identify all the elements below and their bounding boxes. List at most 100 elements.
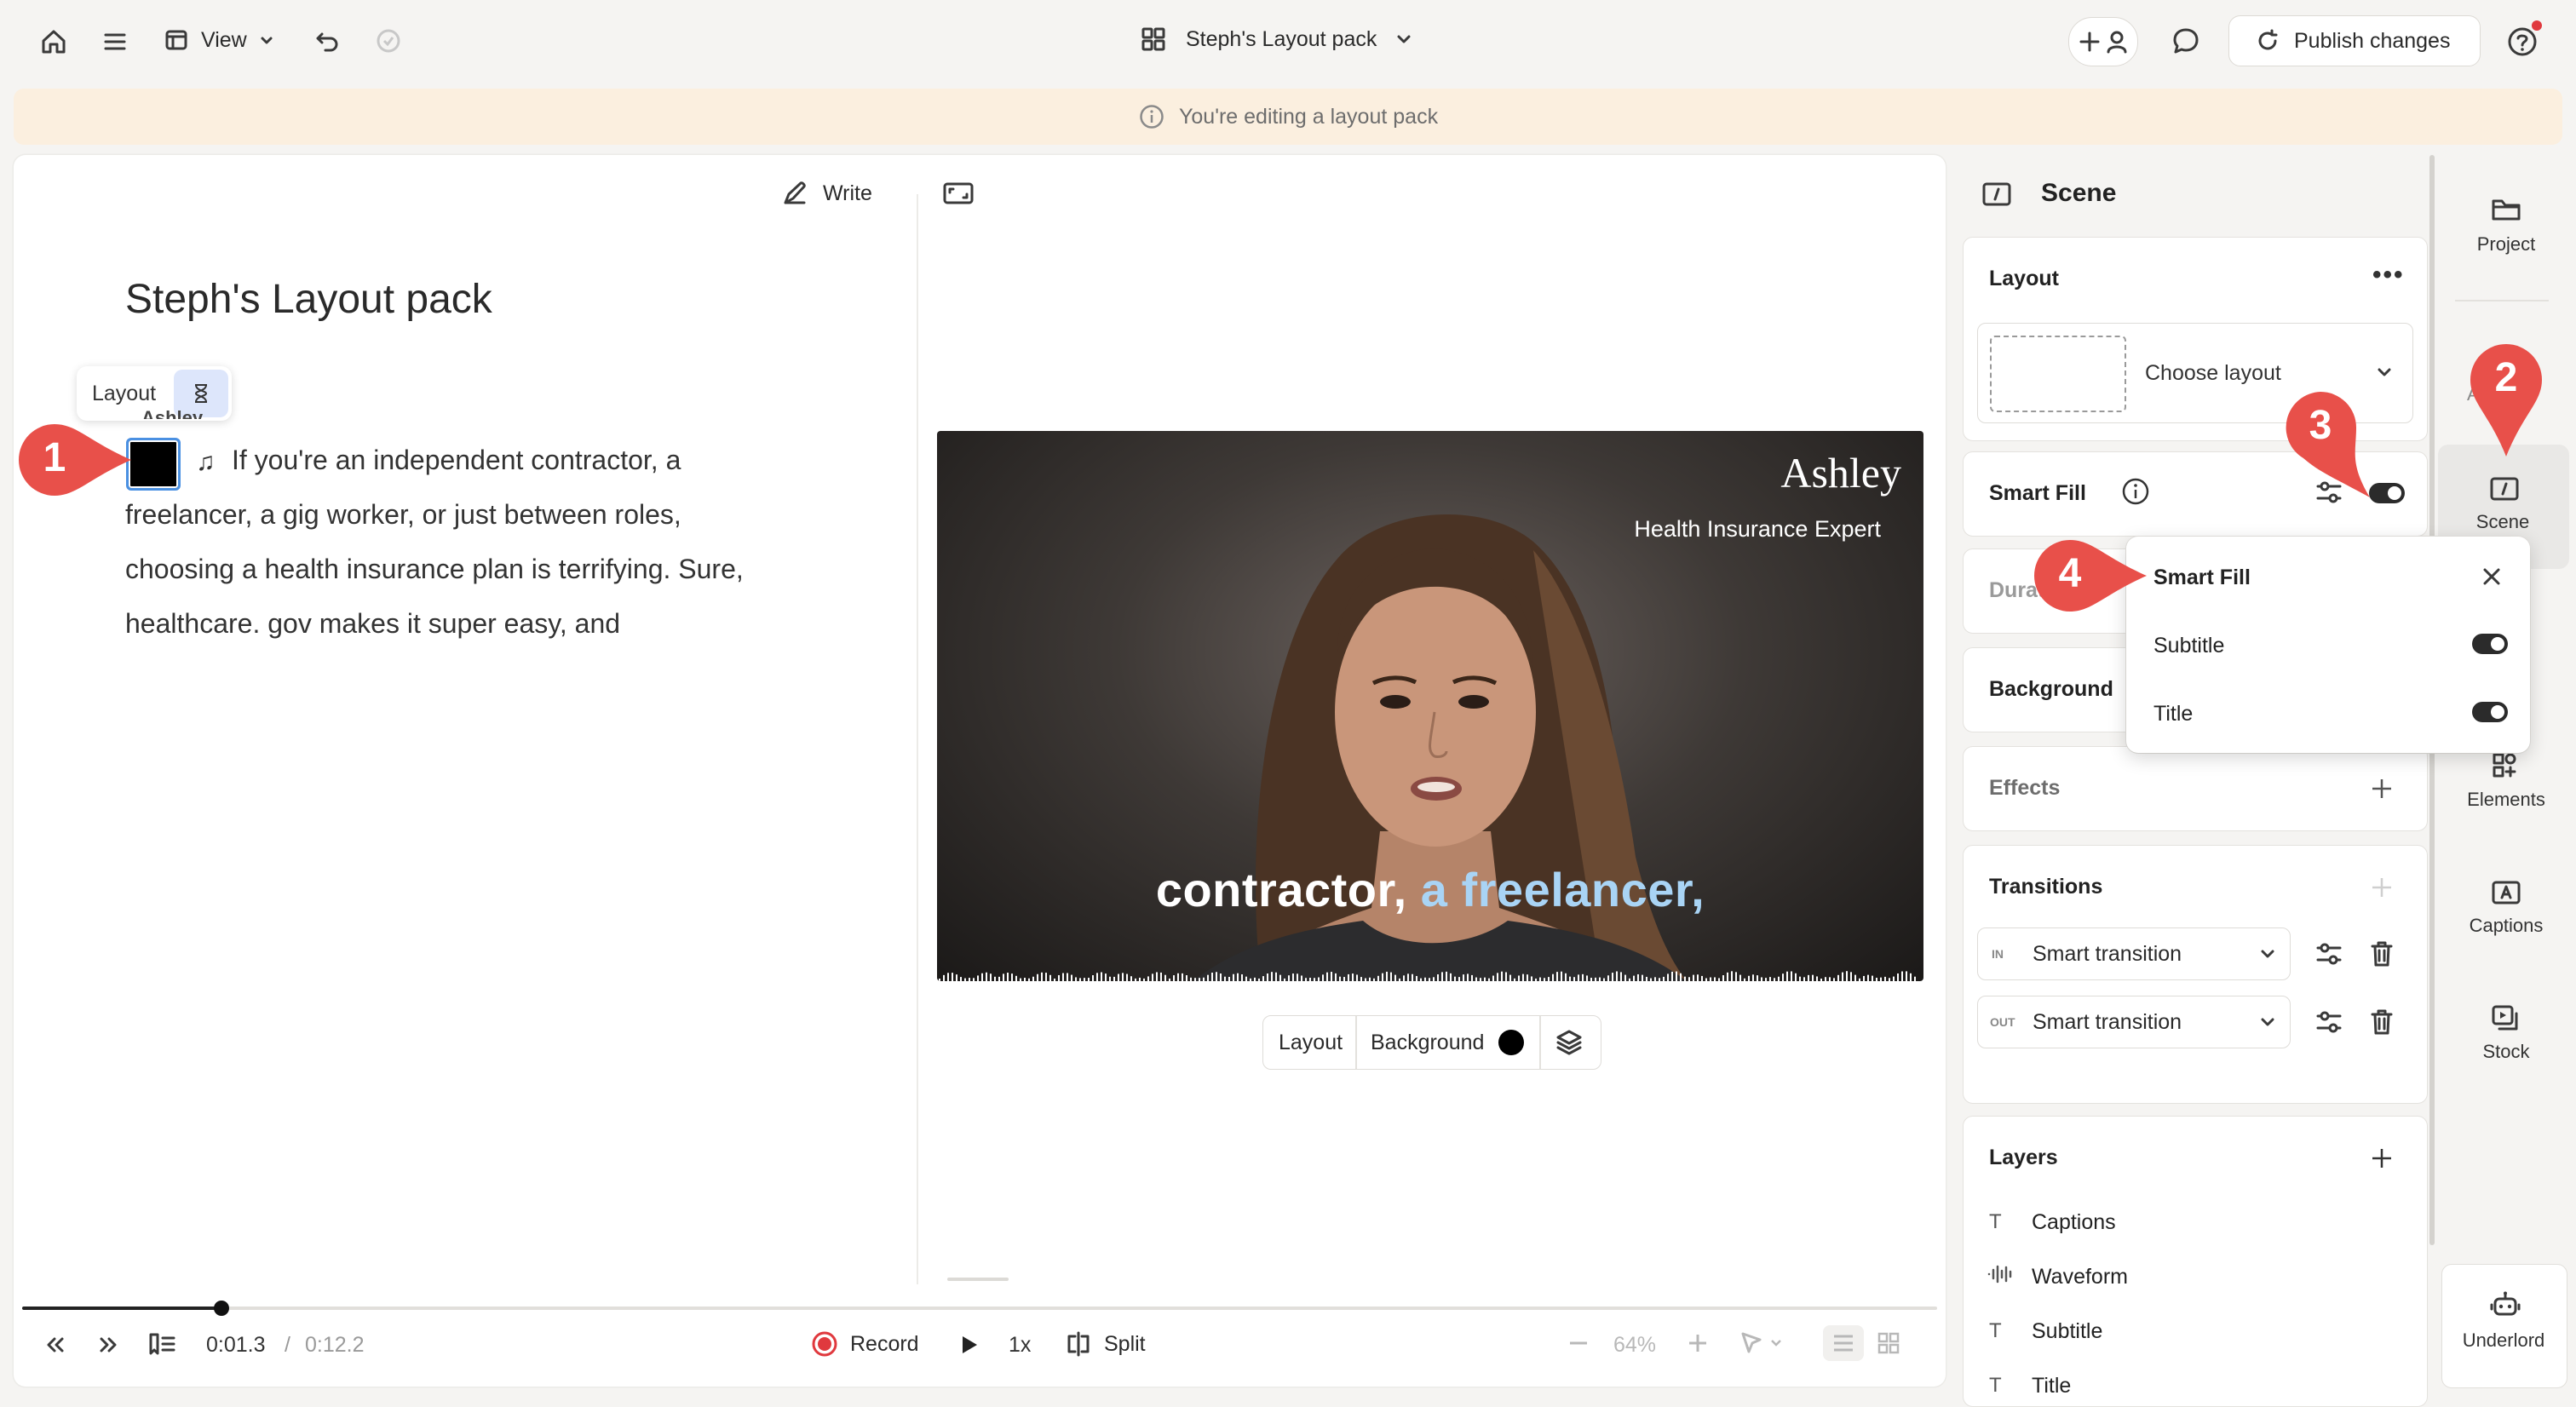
trash-icon[interactable] — [2369, 1008, 2395, 1037]
close-icon[interactable] — [2479, 564, 2504, 589]
elements-icon — [2493, 753, 2516, 778]
editing-banner: You're editing a layout pack — [14, 89, 2562, 145]
toolbar-background-button[interactable]: Background — [1371, 1031, 1484, 1055]
playhead[interactable] — [213, 1301, 229, 1316]
layer-captions[interactable]: Captions — [2032, 1210, 2116, 1235]
home-icon[interactable] — [39, 27, 68, 56]
background-color-swatch[interactable] — [1498, 1030, 1524, 1055]
underlord-button[interactable]: Underlord — [2441, 1264, 2567, 1388]
info-icon[interactable] — [2120, 476, 2151, 507]
transition-out-settings-icon[interactable] — [2314, 1008, 2343, 1037]
pointer-tool-icon[interactable] — [1738, 1329, 1789, 1358]
zoom-out-icon[interactable] — [1566, 1330, 1591, 1356]
subtitle-toggle[interactable] — [2472, 634, 2508, 654]
transition-out-label: Smart transition — [2033, 1010, 2182, 1034]
right-rail: Project A Scene Elements Captions Stock … — [2438, 155, 2576, 1388]
rail-project[interactable]: Project — [2438, 233, 2574, 256]
resize-handle[interactable] — [947, 1278, 1009, 1281]
music-note-icon: ♫ — [196, 448, 216, 476]
stock-icon — [2492, 1005, 2518, 1031]
project-title-menu[interactable]: Steph's Layout pack — [1140, 26, 1412, 53]
rail-captions[interactable]: Captions — [2438, 915, 2574, 937]
record-button[interactable]: Record — [811, 1330, 919, 1358]
script-line-4[interactable]: healthcare. gov makes it super easy, and — [125, 596, 620, 651]
menu-icon[interactable] — [102, 29, 128, 55]
layers-card: Layers T Captions Waveform T Subtitle T … — [1963, 1116, 2428, 1407]
zoom-in-icon[interactable] — [1685, 1330, 1711, 1356]
rail-elements[interactable]: Elements — [2438, 789, 2574, 811]
help-icon[interactable] — [2506, 20, 2542, 58]
chevron-down-icon — [261, 37, 273, 44]
pane-divider — [917, 194, 918, 1284]
popover-title: Smart Fill — [2153, 566, 2251, 589]
scene-icon — [1981, 181, 2012, 208]
transition-in-settings-icon[interactable] — [2314, 939, 2343, 968]
smart-fill-label: Smart Fill — [1989, 481, 2086, 505]
layer-waveform[interactable]: Waveform — [2032, 1265, 2128, 1289]
transition-out-tag: OUT — [1990, 1015, 2015, 1029]
play-icon[interactable] — [956, 1332, 981, 1358]
grid-icon — [1141, 27, 1165, 51]
rail-stock[interactable]: Stock — [2438, 1041, 2574, 1063]
grid-view-icon[interactable] — [1876, 1330, 1901, 1356]
waveform-strip — [937, 959, 1923, 981]
publish-changes-button[interactable]: Publish changes — [2228, 15, 2481, 66]
layout-card-title: Layout — [1989, 267, 2059, 290]
layer-title[interactable]: Title — [2032, 1374, 2071, 1398]
chevron-down-icon — [2261, 1018, 2274, 1026]
transition-in-dropdown[interactable]: IN Smart transition — [1977, 927, 2291, 980]
rail-scene: Scene — [2475, 511, 2530, 532]
script-line-2[interactable]: freelancer, a gig worker, or just betwee… — [125, 487, 681, 542]
time-total: 0:12.2 — [305, 1333, 365, 1357]
script-line-3[interactable]: choosing a health insurance plan is terr… — [125, 542, 744, 596]
add-layer-icon[interactable] — [2369, 1146, 2395, 1171]
add-transition-icon[interactable] — [2369, 875, 2395, 900]
undo-icon[interactable] — [313, 27, 341, 55]
folder-icon — [2492, 199, 2521, 221]
captions-icon — [2492, 881, 2521, 904]
transition-out-dropdown[interactable]: OUT Smart transition — [1977, 996, 2291, 1048]
chevron-down-icon — [2261, 950, 2274, 958]
expand-preview-icon[interactable] — [942, 181, 975, 206]
annotation-1: 1 — [17, 422, 145, 497]
video-preview[interactable]: Ashley Health Insurance Expert contracto… — [937, 431, 1923, 981]
chapters-icon[interactable] — [147, 1330, 177, 1358]
banner-text: You're editing a layout pack — [1179, 104, 1439, 129]
view-menu[interactable]: View — [164, 27, 274, 53]
fast-forward-icon[interactable] — [95, 1332, 121, 1358]
speed-button[interactable]: 1x — [1009, 1333, 1031, 1358]
transitions-card: Transitions IN Smart transition OUT Smar… — [1963, 845, 2428, 1104]
text-layer-icon: T — [1989, 1210, 2002, 1233]
record-icon — [812, 1331, 837, 1357]
layout-placeholder — [1990, 336, 2126, 412]
add-effect-icon[interactable] — [2369, 776, 2395, 801]
popover-item-title: Title — [2153, 702, 2194, 726]
top-bar: View Steph's Layout pack Publish changes — [0, 0, 2576, 82]
write-button[interactable]: Write — [780, 179, 872, 208]
effects-card: Effects — [1963, 746, 2428, 831]
toolbar-layout-button[interactable]: Layout — [1279, 1031, 1343, 1055]
comments-icon[interactable] — [2171, 26, 2201, 56]
list-view-icon[interactable] — [1823, 1325, 1864, 1361]
publish-label: Publish changes — [2294, 29, 2451, 53]
trash-icon[interactable] — [2369, 939, 2395, 968]
script-line-1[interactable]: If you're an independent contractor, a — [232, 433, 681, 487]
more-options-icon[interactable]: ••• — [2372, 262, 2405, 288]
add-user-icon — [2079, 31, 2127, 54]
notification-dot — [2532, 20, 2542, 31]
lower-third-role: Health Insurance Expert — [1634, 516, 1881, 542]
title-toggle[interactable] — [2472, 702, 2508, 722]
preview-toolbar: Layout Background — [1262, 1015, 1601, 1070]
rewind-icon[interactable] — [43, 1332, 68, 1358]
choose-layout-label: Choose layout — [2145, 361, 2281, 385]
doc-title[interactable]: Steph's Layout pack — [125, 276, 492, 323]
layers-icon[interactable] — [1555, 1028, 1584, 1057]
layer-subtitle[interactable]: Subtitle — [2032, 1319, 2102, 1344]
transitions-label: Transitions — [1989, 875, 2103, 899]
popover-item-subtitle: Subtitle — [2153, 634, 2225, 658]
layout-icon — [165, 30, 187, 50]
timeline-track[interactable] — [22, 1301, 1937, 1316]
add-collaborator-button[interactable] — [2068, 17, 2138, 66]
split-button[interactable]: Split — [1065, 1330, 1146, 1358]
split-label: Split — [1104, 1331, 1146, 1356]
